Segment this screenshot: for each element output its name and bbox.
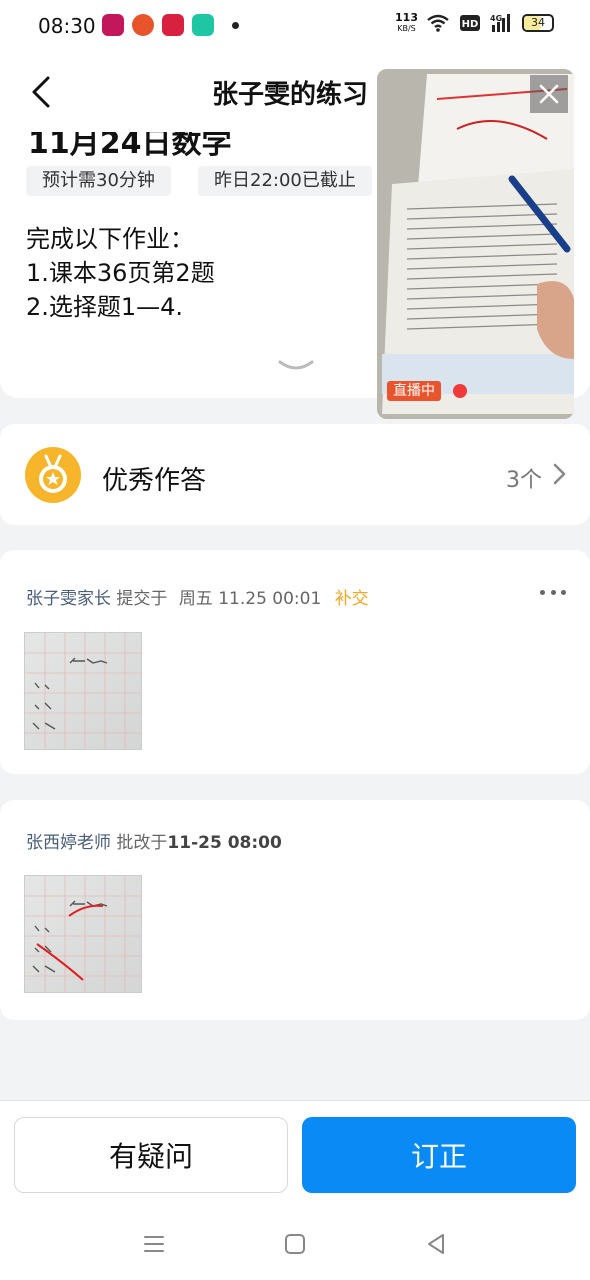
menu-icon[interactable]	[142, 1232, 166, 1256]
grading-time: 11-25 08:00	[167, 833, 282, 853]
more-dot-icon	[540, 590, 545, 595]
submission-card: 张子雯家长 提交于 周五 11.25 00:01 补交	[0, 550, 590, 774]
status-indicators: 113 KB/S HD 4G 34	[395, 12, 554, 34]
handwritten-answer-image	[25, 633, 141, 749]
deadline-chip: 昨日22:00已截止	[198, 166, 372, 196]
back-nav-icon[interactable]	[424, 1232, 448, 1256]
more-options-button[interactable]	[540, 590, 566, 598]
correct-button[interactable]: 订正	[302, 1117, 576, 1193]
bottom-action-bar: 有疑问 订正	[0, 1100, 590, 1210]
system-nav-bar	[0, 1210, 590, 1280]
home-icon[interactable]	[283, 1232, 307, 1256]
homework-body: 完成以下作业： 1.课本36页第2题 2.选择题1—4.	[26, 222, 215, 324]
svg-text:HD: HD	[462, 19, 479, 30]
close-live-button[interactable]	[530, 75, 568, 113]
battery-level: 34	[531, 16, 545, 29]
submitter-name: 张子雯家长	[26, 589, 111, 609]
grading-action: 批改于	[116, 833, 168, 853]
grading-meta: 张西婷老师 批改于11-25 08:00	[26, 828, 282, 853]
chevron-right-icon	[553, 463, 566, 485]
homework-line: 1.课本36页第2题	[26, 259, 215, 287]
excellent-answers-title: 优秀作答	[102, 466, 207, 496]
late-submission-badge: 补交	[334, 589, 369, 609]
submission-meta: 张子雯家长 提交于 周五 11.25 00:01 补交	[26, 584, 369, 609]
live-badge: 直播中	[387, 381, 441, 401]
notification-dot-icon	[232, 21, 239, 29]
battery-icon: 34	[522, 14, 554, 32]
medal-icon	[25, 447, 81, 503]
submission-time: 周五 11.25 00:01	[178, 589, 322, 609]
submission-image-thumbnail[interactable]	[24, 632, 142, 750]
page-title: 张子雯的练习	[212, 80, 369, 110]
svg-text:4G: 4G	[490, 14, 502, 23]
recording-dot-icon	[453, 384, 467, 398]
excellent-answers-count: 3个	[506, 468, 542, 493]
back-button[interactable]	[22, 72, 62, 112]
status-bar: 08:30 113 KB/S HD 4G 34	[0, 0, 590, 52]
app-icon	[102, 14, 124, 36]
network-speed: 113 KB/S	[395, 12, 418, 34]
live-video-frame	[377, 69, 574, 419]
submission-action: 提交于	[116, 589, 168, 609]
homework-line: 2.选择题1—4.	[26, 293, 184, 321]
excellent-answers-row[interactable]: 优秀作答 3个	[0, 424, 590, 525]
estimate-chip: 预计需30分钟	[26, 166, 171, 196]
cellular-signal-icon: 4G	[490, 14, 510, 32]
app-icon	[162, 14, 184, 36]
question-button[interactable]: 有疑问	[14, 1117, 288, 1193]
hd-icon: HD	[460, 15, 480, 31]
wifi-icon	[427, 14, 449, 32]
app-icon	[192, 14, 214, 36]
more-dot-icon	[550, 590, 556, 595]
graded-answer-image	[25, 876, 141, 992]
status-app-icons	[102, 14, 239, 36]
app-icon	[132, 14, 154, 36]
more-dot-icon	[561, 590, 566, 595]
grader-name: 张西婷老师	[26, 833, 111, 853]
status-time: 08:30	[38, 14, 96, 38]
network-speed-unit: KB/S	[397, 24, 416, 33]
expand-chevron-icon[interactable]	[276, 356, 316, 376]
grading-card: 张西婷老师 批改于11-25 08:00	[0, 800, 590, 1020]
graded-image-thumbnail[interactable]	[24, 875, 142, 993]
live-video-window[interactable]: 直播中	[377, 69, 574, 419]
homework-line: 完成以下作业：	[26, 225, 194, 253]
close-icon	[539, 84, 559, 104]
